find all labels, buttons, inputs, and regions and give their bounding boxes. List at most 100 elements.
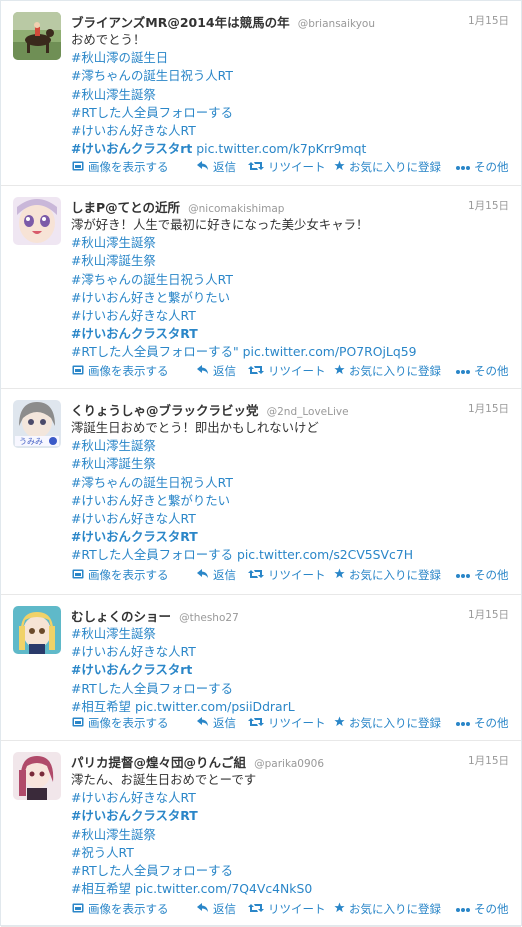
retweet-icon (248, 568, 264, 582)
favorite-button[interactable]: お気に入りに登録 (334, 159, 441, 175)
reply-button[interactable]: 返信 (197, 567, 236, 583)
favorite-button[interactable]: お気に入りに登録 (334, 363, 441, 379)
more-button[interactable]: その他 (456, 363, 509, 379)
tweet-time[interactable]: 1月15日 (468, 607, 509, 622)
tweet-time[interactable]: 1月15日 (468, 753, 509, 768)
reply-icon (197, 568, 209, 582)
media-link[interactable]: pic.twitter.com/PO7ROjLq59 (243, 344, 417, 359)
avatar[interactable] (13, 606, 61, 654)
user-name[interactable]: パリカ提督@煌々団@りんご組 (71, 755, 246, 770)
user-handle[interactable]: @thesho27 (179, 612, 239, 624)
user-name[interactable]: しまP@てとの近所 (71, 200, 180, 215)
favorite-button[interactable]: お気に入りに登録 (334, 567, 441, 583)
avatar[interactable] (13, 752, 61, 800)
media-icon (72, 364, 84, 378)
media-link[interactable]: pic.twitter.com/7Q4Vc4NkS0 (135, 881, 312, 896)
view-media-button[interactable]: 画像を表示する (72, 363, 169, 379)
retweet-button[interactable]: リツイート (248, 159, 326, 175)
media-link[interactable]: pic.twitter.com/psiiDdrarL (135, 699, 295, 714)
hashtag-link[interactable]: #秋山澪の誕生日 (71, 50, 168, 65)
reply-button[interactable]: 返信 (197, 363, 236, 379)
more-button[interactable]: その他 (456, 715, 509, 731)
hashtag-link[interactable]: #けいおん好きな人RT (71, 790, 196, 805)
tweet-line: #けいおんクラスタRT (71, 528, 511, 546)
hashtag-link[interactable]: #けいおんクラスタrt (71, 141, 192, 156)
hashtag-link[interactable]: #RTした人全員フォローする (71, 681, 233, 696)
tweet-text: おめでとう！ #秋山澪の誕生日 #澪ちゃんの誕生日祝う人RT #秋山澪生誕祭 #RTした… (71, 31, 511, 158)
retweet-icon (248, 716, 264, 730)
hashtag-link[interactable]: #けいおん好きな人RT (71, 511, 196, 526)
user-handle[interactable]: @nicomakishimap (188, 203, 284, 215)
more-button[interactable]: その他 (456, 901, 509, 917)
avatar[interactable]: うみみ (13, 400, 61, 448)
hashtag-link[interactable]: #澪ちゃんの誕生日祝う人RT (71, 475, 233, 490)
user-handle[interactable]: @parika0906 (254, 758, 324, 770)
star-icon (334, 716, 345, 730)
hashtag-link[interactable]: #けいおん好きと繋がりたい (71, 493, 230, 508)
view-media-button[interactable]: 画像を表示する (72, 715, 169, 731)
hashtag-link[interactable]: #相互希望 (71, 881, 131, 896)
tweet: うみみ くりょうしゃ@ブラックラビッ党 @2nd_LoveLive 1月15日 … (1, 389, 521, 595)
view-media-button[interactable]: 画像を表示する (72, 159, 169, 175)
hashtag-link[interactable]: #祝う人RT (71, 845, 134, 860)
hashtag-link[interactable]: #けいおんクラスタRT (71, 326, 198, 341)
tweet-line: #けいおん好きな人RT (71, 307, 511, 325)
avatar[interactable] (13, 197, 61, 245)
hashtag-link[interactable]: #秋山澪生誕祭 (71, 87, 156, 102)
user-name[interactable]: ブライアンズMR@2014年は競馬の年 (71, 15, 290, 30)
retweet-button[interactable]: リツイート (248, 363, 326, 379)
user-name[interactable]: くりょうしゃ@ブラックラビッ党 (71, 403, 259, 418)
tweet: しまP@てとの近所 @nicomakishimap 1月15日 澪が好き！人生で… (1, 186, 521, 389)
avatar[interactable] (13, 12, 61, 60)
tweet-time[interactable]: 1月15日 (468, 13, 509, 28)
hashtag-link[interactable]: #けいおんクラスタRT (71, 529, 198, 544)
reply-button[interactable]: 返信 (197, 159, 236, 175)
retweet-button[interactable]: リツイート (248, 715, 326, 731)
hashtag-link[interactable]: #秋山澪誕生祭 (71, 456, 156, 471)
star-icon (334, 568, 345, 582)
user-handle[interactable]: @2nd_LoveLive (267, 406, 349, 418)
hashtag-link[interactable]: #けいおん好きな人RT (71, 644, 196, 659)
user-handle[interactable]: @briansaikyou (298, 18, 375, 30)
hashtag-link[interactable]: #けいおんクラスタrt (71, 662, 192, 677)
user-name[interactable]: むしょくのショー (71, 609, 171, 624)
media-icon (72, 568, 84, 582)
view-media-button[interactable]: 画像を表示する (72, 901, 169, 917)
tweet-line: #秋山澪誕生祭 (71, 455, 511, 473)
more-button[interactable]: その他 (456, 567, 509, 583)
hashtag-link[interactable]: #けいおんクラスタRT (71, 808, 198, 823)
hashtag-link[interactable]: #秋山澪生誕祭 (71, 235, 156, 250)
hashtag-link[interactable]: #相互希望 (71, 699, 131, 714)
tweet-line: #けいおん好きな人RT (71, 122, 511, 140)
hashtag-link[interactable]: #けいおん好きと繋がりたい (71, 290, 230, 305)
hashtag-link[interactable]: #秋山澪生誕祭 (71, 438, 156, 453)
tweet-time[interactable]: 1月15日 (468, 401, 509, 416)
view-media-button[interactable]: 画像を表示する (72, 567, 169, 583)
more-button[interactable]: その他 (456, 159, 509, 175)
media-link[interactable]: pic.twitter.com/k7pKrr9mqt (196, 141, 366, 156)
retweet-button[interactable]: リツイート (248, 567, 326, 583)
tweet-time[interactable]: 1月15日 (468, 198, 509, 213)
tweet: パリカ提督@煌々団@りんご組 @parika0906 1月15日 澪たん、お誕生… (1, 741, 521, 927)
favorite-button[interactable]: お気に入りに登録 (334, 715, 441, 731)
hashtag-link[interactable]: #RTした人全員フォローする (71, 105, 233, 120)
tweet-line: #RTした人全員フォローする (71, 104, 511, 122)
hashtag-link[interactable]: #RTした人全員フォローする (71, 547, 233, 562)
hashtag-link[interactable]: #秋山澪誕生祭 (71, 253, 156, 268)
hashtag-link[interactable]: #澪ちゃんの誕生日祝う人RT (71, 272, 233, 287)
hashtag-link[interactable]: #秋山澪生誕祭 (71, 626, 156, 641)
reply-button[interactable]: 返信 (197, 715, 236, 731)
retweet-label: リツイート (268, 568, 326, 582)
hashtag-link[interactable]: #秋山澪生誕祭 (71, 827, 156, 842)
favorite-button[interactable]: お気に入りに登録 (334, 901, 441, 917)
hashtag-link[interactable]: #澪ちゃんの誕生日祝う人RT (71, 68, 233, 83)
reply-button[interactable]: 返信 (197, 901, 236, 917)
hashtag-link[interactable]: #けいおん好きな人RT (71, 123, 196, 138)
reply-label: 返信 (213, 568, 236, 582)
tweet-text-segment: 澪たん、お誕生日おめでとーです (71, 772, 257, 787)
retweet-button[interactable]: リツイート (248, 901, 326, 917)
hashtag-link[interactable]: #けいおん好きな人RT (71, 308, 196, 323)
hashtag-link[interactable]: #RTした人全員フォローする" (71, 344, 239, 359)
hashtag-link[interactable]: #RTした人全員フォローする (71, 863, 233, 878)
media-link[interactable]: pic.twitter.com/s2CV5SVc7H (237, 547, 413, 562)
